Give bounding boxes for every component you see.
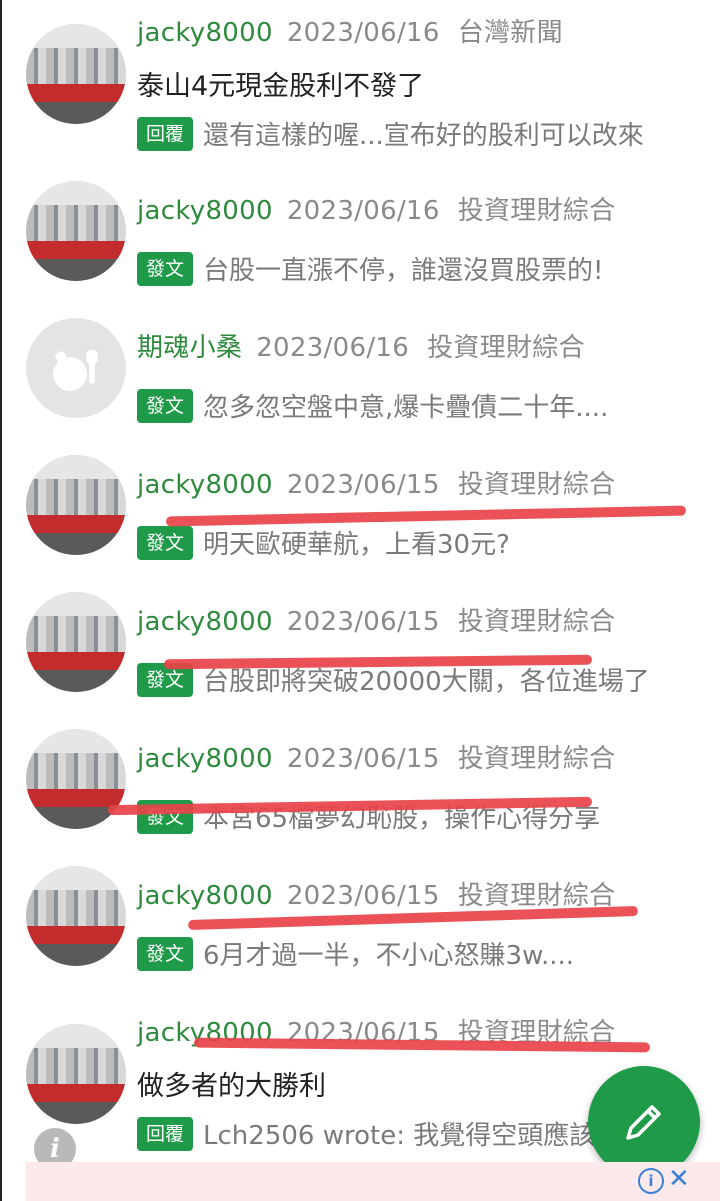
author-name[interactable]: 期魂小桑 [137, 333, 242, 363]
list-item[interactable]: jacky8000 2023/06/15 投資理財綜合 發文 台股即將突破20000大… [4, 575, 720, 713]
board-name[interactable]: 台灣新聞 [458, 18, 563, 48]
post-snippet[interactable]: 還有這樣的喔...宣布好的股利可以改來 [203, 115, 644, 151]
avatar[interactable] [26, 1024, 126, 1124]
post-badge: 發文 [137, 251, 194, 286]
ad-banner[interactable] [26, 1162, 720, 1201]
author-name[interactable]: jacky8000 [137, 881, 273, 911]
board-name[interactable]: 投資理財綜合 [458, 607, 616, 637]
post-title[interactable]: 做多者的大勝利 [137, 1064, 326, 1103]
author-name[interactable]: jacky8000 [137, 744, 273, 774]
list-item[interactable]: jacky8000 2023/06/16 台灣新聞 泰山4元現金股利不發了 回覆 還有… [4, 0, 720, 165]
post-date: 2023/06/16 [256, 333, 410, 363]
board-name[interactable]: 投資理財綜合 [458, 470, 616, 500]
post-date: 2023/06/16 [286, 196, 440, 226]
avatar[interactable] [26, 181, 126, 281]
post-snippet[interactable]: 忽多忽空盤中意,爆卡疊債二十年.... [203, 387, 608, 423]
post-snippet[interactable]: 台股一直漲不停，誰還沒買股票的! [203, 250, 603, 286]
post-snippet[interactable]: 明天歐硬華航，上看30元? [203, 524, 510, 560]
post-date: 2023/06/15 [286, 744, 440, 774]
author-name[interactable]: jacky8000 [137, 470, 273, 500]
post-date: 2023/06/15 [286, 607, 440, 637]
ad-info-icon[interactable]: i [638, 1168, 664, 1194]
avatar[interactable] [26, 455, 126, 555]
author-name[interactable]: jacky8000 [137, 18, 273, 48]
post-snippet[interactable]: Lch2506 wrote: 我覺得空頭應該 [203, 1115, 595, 1151]
post-date: 2023/06/15 [286, 881, 440, 911]
avatar[interactable] [26, 866, 126, 966]
list-item[interactable]: jacky8000 2023/06/16 投資理財綜合 發文 台股一直漲不停，誰還沒買… [4, 164, 720, 302]
author-name[interactable]: jacky8000 [137, 607, 273, 637]
author-name[interactable]: jacky8000 [137, 196, 273, 226]
post-badge: 發文 [137, 525, 194, 560]
reply-badge: 回覆 [137, 116, 194, 151]
pencil-icon [626, 1105, 661, 1140]
board-name[interactable]: 投資理財綜合 [458, 744, 616, 774]
list-item[interactable]: jacky8000 2023/06/15 投資理財綜合 發文 本宮65檔夢幻恥股，操作… [4, 712, 720, 850]
avatar[interactable] [26, 592, 126, 692]
post-date: 2023/06/15 [286, 470, 440, 500]
post-badge: 發文 [137, 388, 194, 423]
post-snippet[interactable]: 6月才過一半，不小心怒賺3w.... [203, 935, 574, 971]
post-feed: jacky8000 2023/06/16 台灣新聞 泰山4元現金股利不發了 回覆 還有… [0, 0, 720, 1201]
post-date: 2023/06/16 [286, 18, 440, 48]
reply-badge: 回覆 [137, 1116, 194, 1151]
board-name[interactable]: 投資理財綜合 [427, 333, 585, 363]
avatar[interactable] [26, 24, 126, 124]
avatar-placeholder-icon [53, 350, 98, 391]
post-badge: 發文 [137, 936, 194, 971]
ad-close-icon[interactable]: ✕ [668, 1164, 690, 1194]
default-avatar[interactable] [26, 318, 126, 418]
list-item[interactable]: 期魂小桑 2023/06/16 投資理財綜合 發文 忽多忽空盤中意,爆卡疊債二十年..… [4, 301, 720, 439]
post-title[interactable]: 泰山4元現金股利不發了 [137, 64, 424, 103]
board-name[interactable]: 投資理財綜合 [458, 196, 616, 226]
